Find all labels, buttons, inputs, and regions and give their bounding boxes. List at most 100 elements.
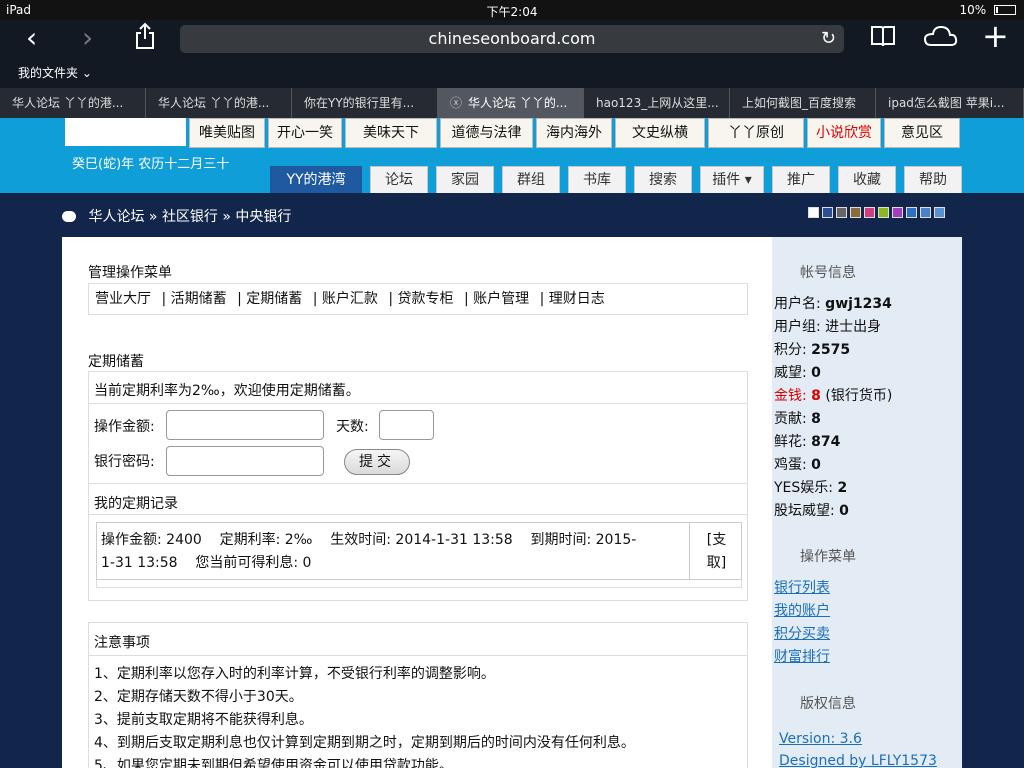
nav-tab-home[interactable]: YY的港湾 (270, 166, 362, 193)
browser-tab[interactable]: 华人论坛 丫丫的港... (146, 88, 292, 118)
designer-link[interactable]: Designed by LFLY1573 (779, 750, 937, 768)
record-details: 操作金额: 2400 定期利率: 2‰ 生效时间: 2014-1-31 13:5… (101, 532, 637, 571)
speech-bubble-icon (62, 211, 76, 222)
record-footer (96, 580, 742, 588)
browser-tab-bar: 华人论坛 丫丫的港... 华人论坛 丫丫的港... 你在YY的银行里有... ⓧ… (0, 88, 1024, 118)
divider (88, 655, 748, 656)
nav-tab-help[interactable]: 帮助 (904, 166, 962, 193)
notes-list: 1、定期利率以您存入时的利率计算，不受银行利率的调整影响。 2、定期存储天数不得… (94, 663, 744, 768)
theme-swatch[interactable] (906, 207, 917, 218)
nav-tab-space[interactable]: 家园 (436, 166, 494, 193)
category-button[interactable]: 意见区 (884, 118, 960, 148)
browser-tab[interactable]: hao123_上网从这里... (584, 88, 730, 118)
sidebar: 帐号信息 用户名: gwj1234 用户组: 进士出身 积分: 2575 威望:… (772, 237, 962, 768)
submit-button[interactable]: 提交 (344, 449, 410, 475)
theme-swatch[interactable] (878, 207, 889, 218)
version-link[interactable]: Version: 3.6 (779, 728, 937, 750)
menu-fixed-savings[interactable]: | 定期储蓄 (237, 291, 302, 307)
link-bank-list[interactable]: 银行列表 (774, 577, 830, 600)
bookmark-folder[interactable]: 我的文件夹 ⌄ (18, 64, 92, 81)
main-panel: 管理操作菜单 营业大厅 | 活期储蓄 | 定期储蓄 | 账户汇款 | 贷款专柜 … (62, 237, 772, 768)
icloud-tabs-icon[interactable] (922, 24, 958, 53)
forward-icon[interactable]: › (82, 24, 93, 52)
nav-tab-library[interactable]: 书库 (568, 166, 626, 193)
share-icon[interactable] (134, 22, 156, 55)
link-points-trade[interactable]: 积分买卖 (774, 623, 830, 646)
menu-finance-log[interactable]: | 理财日志 (540, 291, 605, 307)
days-label: 天数: (336, 419, 369, 435)
password-label: 银行密码: (94, 454, 155, 470)
bookmarks-icon[interactable] (870, 24, 896, 53)
menu-transfer[interactable]: | 账户汇款 (313, 291, 378, 307)
address-bar[interactable]: chineseonboard.com ↻ (180, 25, 844, 53)
category-button[interactable]: 唯美贴图 (189, 118, 265, 148)
password-input[interactable] (166, 446, 324, 476)
theme-swatch[interactable] (808, 207, 819, 218)
nav-tab-forum[interactable]: 论坛 (370, 166, 428, 193)
lunar-date: 癸巳(蛇)年 农历十二月三十 (72, 157, 230, 172)
browser-tab[interactable]: 你在YY的银行里有... (292, 88, 438, 118)
category-button[interactable]: 小说欣赏 (807, 118, 881, 148)
battery-indicator: 10% (959, 3, 1016, 17)
nav-tab-search[interactable]: 搜索 (634, 166, 692, 193)
user-group: 进士出身 (825, 319, 882, 335)
theme-swatch[interactable] (864, 207, 875, 218)
breadcrumb-bank[interactable]: 社区银行 (162, 209, 218, 225)
amount-label: 操作金额: (94, 419, 155, 435)
category-button[interactable]: 开心一笑 (268, 118, 342, 148)
browser-tab[interactable]: 上如何截图_百度搜索 (730, 88, 876, 118)
days-input[interactable] (379, 410, 434, 440)
divider (88, 514, 748, 515)
menu-title: 管理操作菜单 (88, 265, 172, 281)
reload-icon[interactable]: ↻ (821, 25, 836, 53)
breadcrumb-central-bank: 中央银行 (235, 209, 292, 225)
nav-tab-groups[interactable]: 群组 (502, 166, 560, 193)
theme-swatch[interactable] (822, 207, 833, 218)
theme-swatch[interactable] (920, 207, 931, 218)
theme-swatch[interactable] (934, 207, 945, 218)
menu-demand-savings[interactable]: | 活期储蓄 (161, 291, 226, 307)
link-wealth-ranking[interactable]: 财富排行 (774, 646, 830, 669)
divider (88, 403, 748, 404)
eggs: 0 (811, 457, 821, 473)
new-tab-icon[interactable]: + (982, 20, 1009, 52)
record-row: 操作金额: 2400 定期利率: 2‰ 生效时间: 2014-1-31 13:5… (96, 522, 742, 580)
nav-tab-plugins[interactable]: 插件 ▾ (700, 166, 764, 193)
breadcrumb-home[interactable]: 华人论坛 (88, 209, 144, 225)
menu-lobby[interactable]: 营业大厅 (95, 291, 151, 307)
site-header: 癸巳(蛇)年 农历十二月三十 唯美贴图 开心一笑 美味天下 道德与法律 海内海外… (0, 118, 1024, 193)
url-text: chineseonboard.com (428, 29, 596, 48)
category-button[interactable]: 美味天下 (345, 118, 437, 148)
money: 8 (811, 388, 821, 404)
theme-swatch[interactable] (850, 207, 861, 218)
note-item: 2、定期存储天数不得小于30天。 (94, 689, 303, 705)
note-item: 3、提前支取定期将不能获得利息。 (94, 712, 313, 728)
theme-swatch[interactable] (836, 207, 847, 218)
category-button[interactable]: 文史纵横 (615, 118, 705, 148)
rate-notice: 当前定期利率为2‰，欢迎使用定期储蓄。 (94, 383, 360, 399)
browser-tab[interactable]: 华人论坛 丫丫的港... (0, 88, 146, 118)
menu-loans[interactable]: | 贷款专柜 (388, 291, 453, 307)
withdraw-link[interactable]: [支 取] (689, 523, 743, 579)
breadcrumb: 华人论坛 » 社区银行 » 中央银行 (62, 206, 291, 226)
link-my-account[interactable]: 我的账户 (774, 600, 830, 623)
nav-tab-promote[interactable]: 推广 (772, 166, 830, 193)
ops-links: 银行列表 我的账户 积分买卖 财富排行 (774, 577, 830, 669)
browser-tab-active[interactable]: ⓧ 华人论坛 丫丫的... (438, 88, 584, 118)
site-logo[interactable] (65, 118, 186, 146)
menu-account[interactable]: | 账户管理 (464, 291, 529, 307)
category-button[interactable]: 丫丫原创 (708, 118, 804, 148)
note-item: 5、如果您定期未到期但希望使用资金可以使用贷款功能。 (94, 758, 453, 768)
close-tab-icon[interactable]: ⓧ (450, 96, 462, 110)
version-info: Version: 3.6 Designed by LFLY1573 (779, 728, 937, 768)
category-button[interactable]: 海内海外 (536, 118, 612, 148)
theme-swatches (808, 206, 948, 222)
back-icon[interactable]: ‹ (26, 24, 37, 52)
nav-tab-favorites[interactable]: 收藏 (838, 166, 896, 193)
category-button[interactable]: 道德与法律 (440, 118, 533, 148)
browser-tab[interactable]: ipad怎么截图 苹果i... (876, 88, 1024, 118)
amount-input[interactable] (166, 410, 324, 440)
theme-swatch[interactable] (892, 207, 903, 218)
yes-entertainment: 2 (837, 480, 848, 496)
battery-percent: 10% (959, 3, 987, 17)
